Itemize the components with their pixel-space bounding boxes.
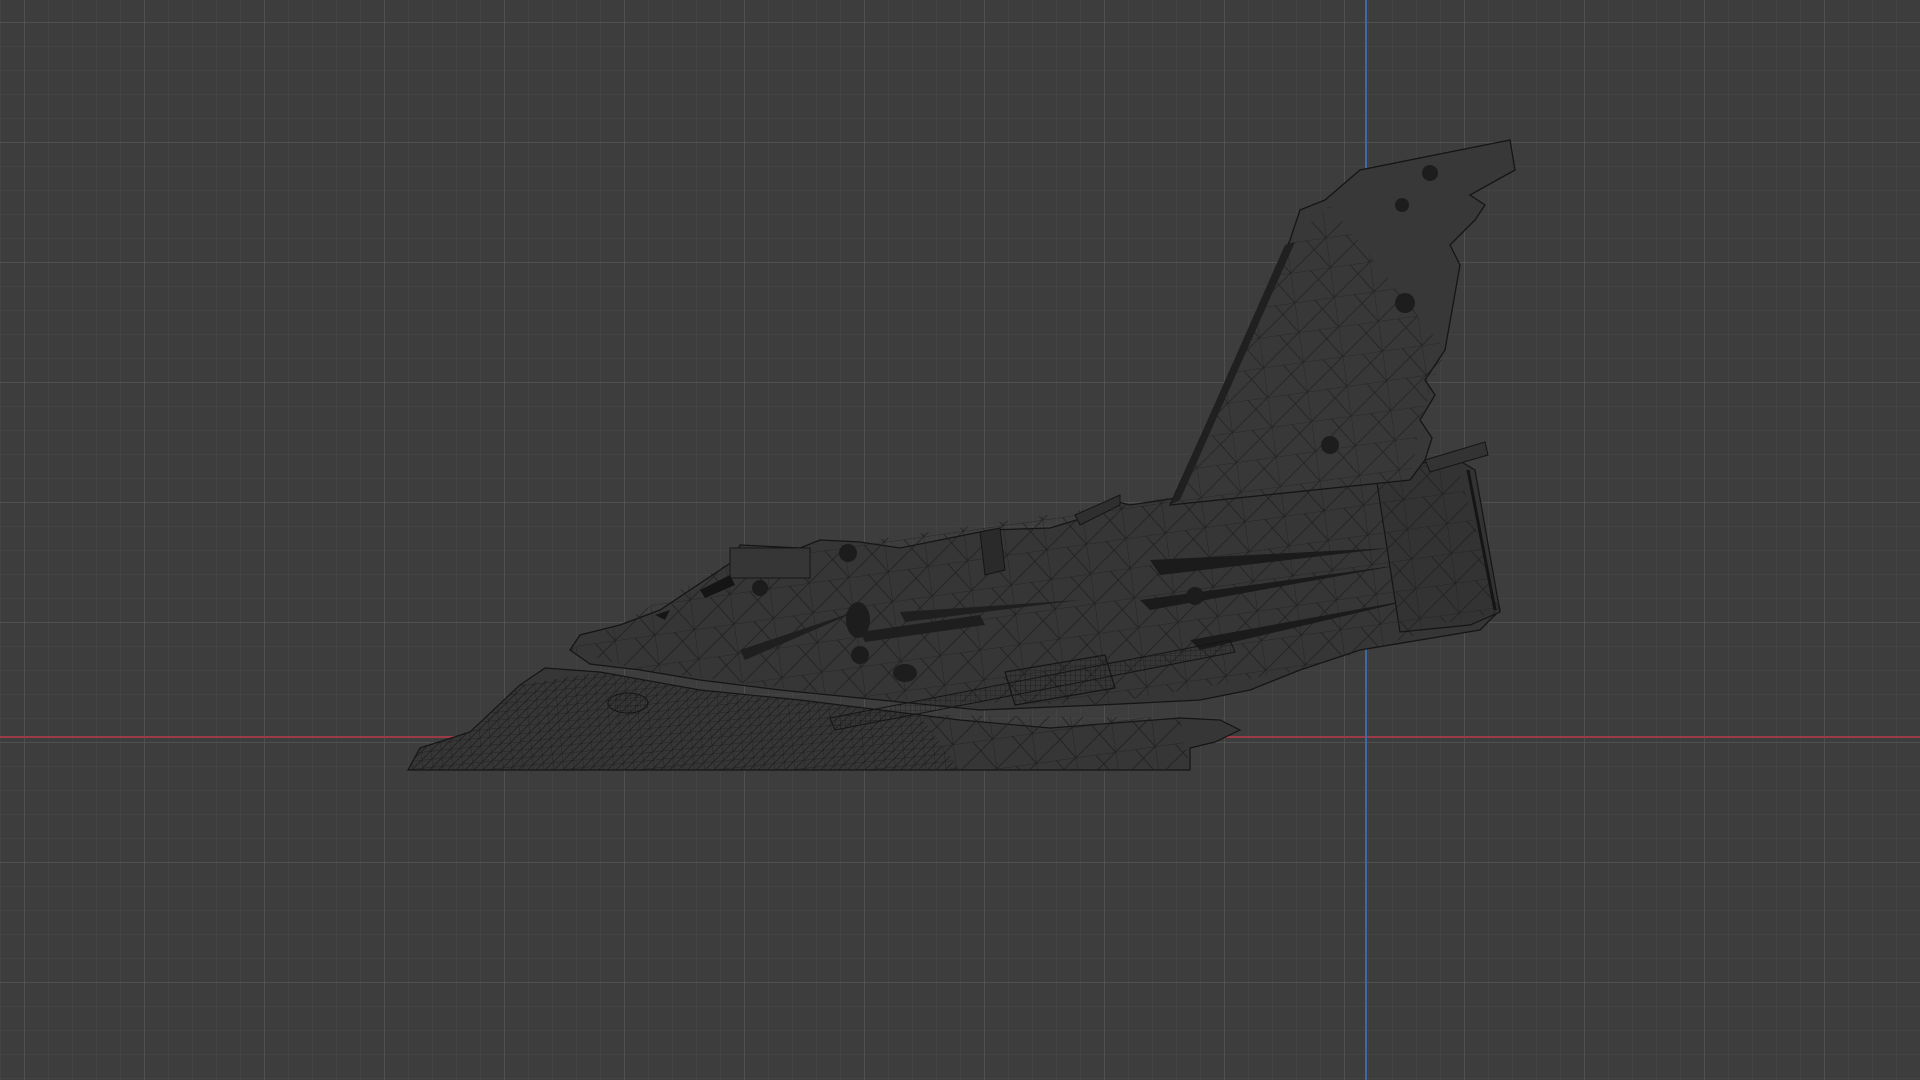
3d-viewport[interactable] bbox=[0, 0, 1920, 1080]
wireframe-mesh-object[interactable] bbox=[0, 0, 1920, 1080]
main-body bbox=[569, 459, 1501, 731]
tail-fin bbox=[1168, 139, 1516, 506]
